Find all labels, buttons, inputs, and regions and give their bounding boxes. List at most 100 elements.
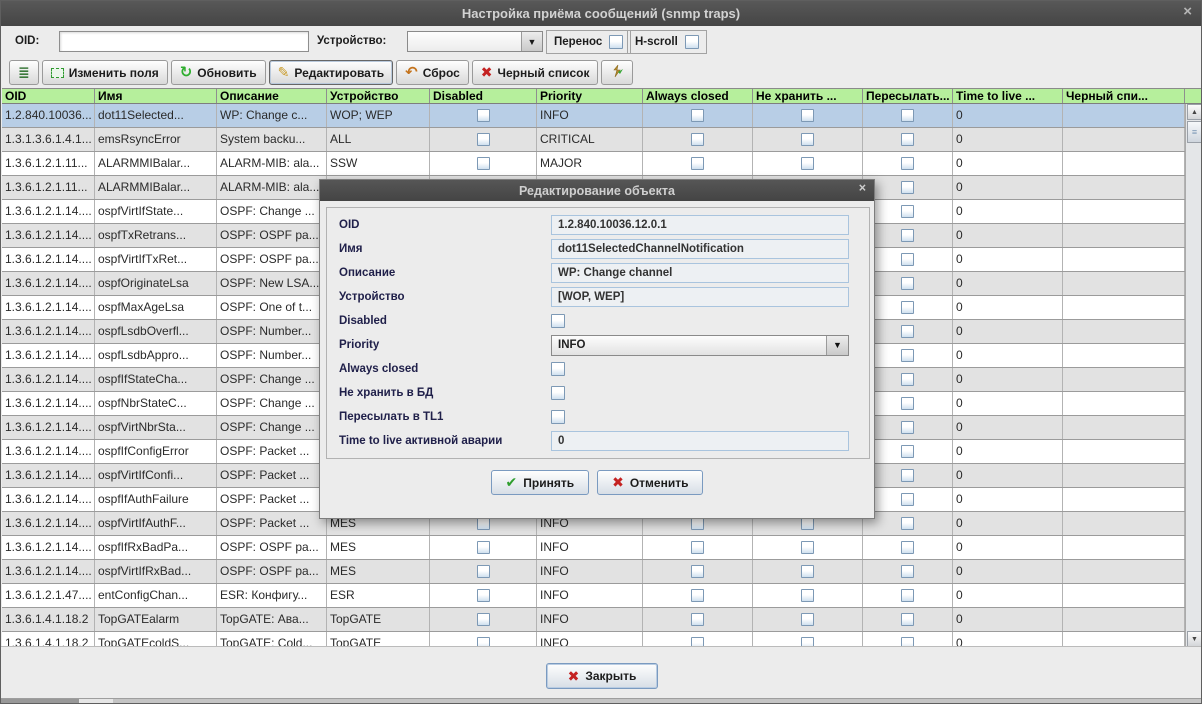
row-checkbox[interactable] [691, 613, 704, 626]
row-checkbox[interactable] [477, 157, 490, 170]
row-checkbox[interactable] [801, 157, 814, 170]
row-checkbox[interactable] [901, 421, 914, 434]
dialog-close-icon[interactable]: × [859, 181, 866, 195]
column-header[interactable]: Always closed [643, 89, 753, 103]
row-checkbox[interactable] [691, 637, 704, 646]
row-checkbox[interactable] [691, 565, 704, 578]
row-checkbox[interactable] [901, 445, 914, 458]
row-checkbox[interactable] [901, 493, 914, 506]
column-header[interactable]: Priority [537, 89, 643, 103]
scrollbar-thumb[interactable]: ≡ [1187, 121, 1202, 143]
field-checkbox[interactable] [551, 314, 565, 328]
column-header[interactable]: Пересылать... [863, 89, 953, 103]
field-checkbox[interactable] [551, 386, 565, 400]
row-checkbox[interactable] [901, 301, 914, 314]
row-checkbox[interactable] [801, 613, 814, 626]
row-checkbox[interactable] [901, 397, 914, 410]
table-row[interactable]: 1.3.6.1.2.1.14....ospfIfRxBadPa...OSPF: … [2, 536, 1202, 560]
accept-button[interactable]: ✔ Принять [491, 470, 590, 495]
edit-button[interactable]: ✎Редактировать [269, 60, 393, 85]
row-checkbox[interactable] [801, 109, 814, 122]
row-checkbox[interactable] [901, 109, 914, 122]
column-header[interactable]: Устройство [327, 89, 430, 103]
device-combo[interactable]: ▼ [407, 31, 543, 52]
field-input[interactable]: 1.2.840.10036.12.0.1 [551, 215, 849, 235]
row-checkbox[interactable] [901, 157, 914, 170]
vertical-scrollbar[interactable]: ▲ ≡ ▼ [1185, 104, 1202, 646]
field-input[interactable]: WP: Change channel [551, 263, 849, 283]
row-checkbox[interactable] [901, 277, 914, 290]
row-checkbox[interactable] [691, 109, 704, 122]
scroll-down-icon[interactable]: ▼ [1187, 631, 1202, 646]
row-checkbox[interactable] [801, 565, 814, 578]
table-row[interactable]: 1.3.6.1.2.1.47....entConfigChan...ESR: К… [2, 584, 1202, 608]
row-checkbox[interactable] [901, 253, 914, 266]
cancel-button[interactable]: ✖ Отменить [597, 470, 703, 495]
row-checkbox[interactable] [477, 565, 490, 578]
chevron-down-icon[interactable]: ▼ [521, 32, 542, 51]
table-row[interactable]: 1.2.840.10036...dot11Selected...WP: Chan… [2, 104, 1202, 128]
row-checkbox[interactable] [901, 205, 914, 218]
table-row[interactable]: 1.3.6.1.2.1.11...ALARMMIBalar...ALARM-MI… [2, 152, 1202, 176]
field-input[interactable]: 0 [551, 431, 849, 451]
row-checkbox[interactable] [801, 541, 814, 554]
field-list-button[interactable]: ≣ [9, 60, 39, 85]
table-row[interactable]: 1.3.6.1.4.1.18.2TopGATEalarmTopGATE: Ава… [2, 608, 1202, 632]
row-checkbox[interactable] [901, 349, 914, 362]
refresh-button[interactable]: ↻Обновить [171, 60, 266, 85]
row-checkbox[interactable] [901, 133, 914, 146]
row-checkbox[interactable] [477, 109, 490, 122]
column-header[interactable]: Имя [95, 89, 217, 103]
column-header[interactable]: Не хранить ... [753, 89, 863, 103]
column-header[interactable]: OID [2, 89, 95, 103]
row-checkbox[interactable] [901, 541, 914, 554]
row-checkbox[interactable] [901, 229, 914, 242]
close-window-button[interactable]: ✖ Закрыть [546, 663, 658, 689]
row-checkbox[interactable] [801, 589, 814, 602]
column-header[interactable]: Disabled [430, 89, 537, 103]
row-checkbox[interactable] [477, 637, 490, 646]
row-checkbox[interactable] [901, 517, 914, 530]
apply-button[interactable] [601, 60, 633, 85]
chevron-down-icon[interactable]: ▼ [826, 336, 848, 355]
row-checkbox[interactable] [801, 637, 814, 646]
row-checkbox[interactable] [691, 157, 704, 170]
oid-input[interactable] [59, 31, 309, 52]
row-checkbox[interactable] [901, 565, 914, 578]
row-checkbox[interactable] [901, 613, 914, 626]
column-header[interactable]: Описание [217, 89, 327, 103]
hscroll-checkbox[interactable] [685, 35, 699, 49]
reset-button[interactable]: ↶Сброс [396, 60, 469, 85]
table-row[interactable]: 1.3.6.1.4.1.18.2TopGATEcoldS...TopGATE: … [2, 632, 1202, 646]
row-checkbox[interactable] [901, 637, 914, 646]
priority-combo[interactable]: INFO▼ [551, 335, 849, 356]
edit-fields-button[interactable]: Изменить поля [42, 60, 168, 85]
column-header[interactable]: Черный спи... [1063, 89, 1185, 103]
field-input[interactable]: [WOP, WEP] [551, 287, 849, 307]
row-checkbox[interactable] [901, 589, 914, 602]
field-checkbox[interactable] [551, 362, 565, 376]
table-row[interactable]: 1.3.6.1.2.1.14....ospfVirtIfRxBad...OSPF… [2, 560, 1202, 584]
table-row[interactable]: 1.3.1.3.6.1.4.1...emsRsyncErrorSystem ba… [2, 128, 1202, 152]
table-cell: 1.3.6.1.2.1.14.... [2, 416, 95, 439]
column-header[interactable]: Time to live ... [953, 89, 1063, 103]
row-checkbox[interactable] [477, 589, 490, 602]
row-checkbox[interactable] [477, 133, 490, 146]
row-checkbox[interactable] [901, 373, 914, 386]
row-checkbox[interactable] [691, 133, 704, 146]
row-checkbox[interactable] [691, 541, 704, 554]
row-checkbox[interactable] [901, 469, 914, 482]
row-checkbox[interactable] [477, 541, 490, 554]
device-label: Устройство: [317, 35, 386, 47]
row-checkbox[interactable] [691, 589, 704, 602]
scroll-up-icon[interactable]: ▲ [1187, 104, 1202, 120]
window-close-icon[interactable]: × [1183, 3, 1192, 20]
blacklist-button[interactable]: ✖Черный список [472, 60, 599, 85]
row-checkbox[interactable] [901, 325, 914, 338]
row-checkbox[interactable] [901, 181, 914, 194]
wrap-checkbox[interactable] [609, 35, 623, 49]
field-checkbox[interactable] [551, 410, 565, 424]
field-input[interactable]: dot11SelectedChannelNotification [551, 239, 849, 259]
row-checkbox[interactable] [801, 133, 814, 146]
row-checkbox[interactable] [477, 613, 490, 626]
